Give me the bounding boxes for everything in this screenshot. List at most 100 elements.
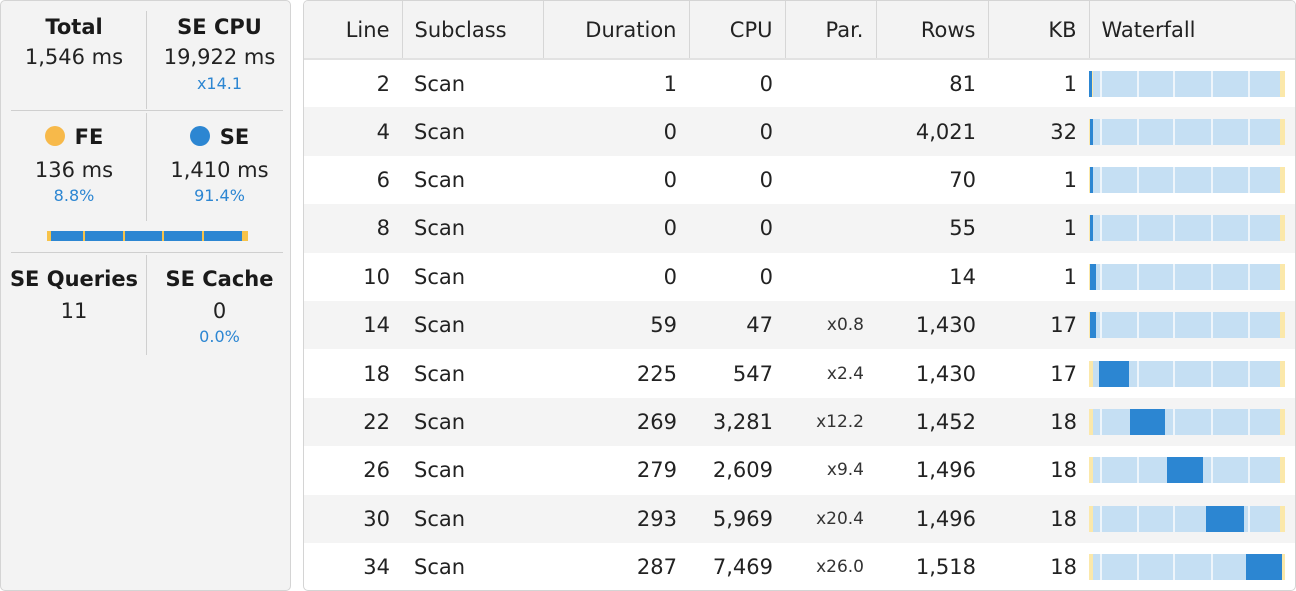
waterfall-fe-segment (1089, 505, 1093, 532)
server-timings-table: Line Subclass Duration CPU Par. Rows KB … (304, 1, 1295, 590)
waterfall-separator (1137, 166, 1139, 193)
se-cpu-metric: SE CPU 19,922 ms x14.1 (147, 13, 292, 94)
column-header-waterfall[interactable]: Waterfall (1089, 1, 1295, 60)
waterfall-separator (1137, 505, 1139, 532)
cell-kb: 18 (1050, 555, 1077, 580)
table-row[interactable]: 18 Scan 225 547 x2.4 1,430 17 (304, 349, 1295, 397)
cell-cpu: 5,969 (689, 494, 785, 543)
waterfall-separator (1173, 166, 1175, 193)
column-header-cpu[interactable]: CPU (689, 1, 786, 60)
cell-cpu: 7,469 (712, 555, 773, 580)
waterfall-separator (1248, 457, 1250, 484)
waterfall-se-segment (1206, 505, 1244, 532)
waterfall-separator (1100, 70, 1102, 97)
cell-line: 30 (304, 494, 402, 543)
waterfall-track (1089, 70, 1285, 97)
column-header-kb[interactable]: KB (988, 1, 1090, 60)
cell-cpu: 0 (759, 71, 773, 96)
waterfall-track (1089, 263, 1285, 290)
cell-duration: 0 (663, 264, 677, 289)
ratio-tick (162, 231, 164, 241)
column-header-parallelism[interactable]: Par. (785, 1, 877, 60)
waterfall-separator (1211, 70, 1213, 97)
cell-parallelism: x20.4 (785, 494, 876, 543)
se-cache-value: 0 (212, 299, 227, 323)
fe-value: 136 ms (34, 158, 114, 182)
waterfall-separator (1100, 118, 1102, 145)
se-metric: SE 1,410 ms 91.4% (147, 123, 292, 206)
waterfall-fe-segment (1089, 360, 1093, 387)
waterfall-fe-segment (1280, 263, 1285, 290)
waterfall-separator (1137, 118, 1139, 145)
cell-rows: 1,518 (915, 555, 976, 580)
divider (146, 255, 147, 355)
cell-parallelism: x0.8 (785, 300, 876, 350)
cell-kb: 17 (1050, 361, 1077, 386)
cell-line: 14 (304, 300, 402, 350)
cell-cpu: 547 (732, 361, 773, 386)
waterfall-separator (1100, 312, 1102, 339)
cell-waterfall (1089, 253, 1295, 301)
cell-kb: 1 (1063, 71, 1077, 96)
cell-kb: 1 (1063, 264, 1077, 289)
waterfall-fe-segment (1280, 118, 1285, 145)
waterfall-separator (1137, 360, 1139, 387)
waterfall-se-segment (1090, 118, 1093, 145)
cell-line: 22 (304, 397, 402, 447)
waterfall-separator (1248, 312, 1250, 339)
table-row[interactable]: 4 Scan 0 0 4,021 32 (304, 107, 1295, 156)
table-row[interactable]: 22 Scan 269 3,281 x12.2 1,452 18 (304, 397, 1295, 447)
se-value: 1,410 ms (170, 158, 269, 182)
cell-waterfall (1089, 349, 1295, 397)
cell-line: 26 (363, 458, 390, 483)
table-row[interactable]: 34 Scan 287 7,469 x26.0 1,518 18 (304, 543, 1295, 590)
waterfall-bar (1089, 263, 1285, 290)
waterfall-separator (1100, 457, 1102, 484)
waterfall-bar (1089, 215, 1285, 242)
cell-subclass: Scan (402, 300, 543, 350)
waterfall-separator (1173, 360, 1175, 387)
table-row[interactable]: 30 Scan 293 5,969 x20.4 1,496 18 (304, 494, 1295, 543)
table-row[interactable]: 6 Scan 0 0 70 1 (304, 156, 1295, 204)
cell-duration: 287 (636, 555, 677, 580)
total-metric: Total 1,546 ms (1, 13, 147, 71)
se-cpu-parallelism: x14.1 (196, 74, 243, 93)
cell-rows: 4,021 (876, 107, 988, 156)
waterfall-separator (1100, 215, 1102, 242)
cell-parallelism: x26.0 (816, 557, 864, 578)
se-queries-value: 11 (60, 299, 88, 323)
table-row[interactable]: 2 Scan 1 0 81 1 (304, 59, 1295, 107)
cell-waterfall (1089, 397, 1295, 447)
table-row[interactable]: 26 Scan 279 2,609 x9.4 1,496 18 (304, 446, 1295, 494)
waterfall-separator (1100, 554, 1102, 581)
waterfall-separator (1137, 457, 1139, 484)
column-header-line[interactable]: Line (304, 1, 403, 60)
waterfall-se-segment (1130, 408, 1165, 435)
column-header-rows[interactable]: Rows (876, 1, 989, 60)
table-row[interactable]: 10 Scan 0 0 14 1 (304, 253, 1295, 301)
waterfall-separator (1248, 118, 1250, 145)
cell-subclass: Scan (402, 107, 543, 156)
waterfall-separator (1137, 215, 1139, 242)
waterfall-track (1089, 312, 1285, 339)
ratio-tick (202, 231, 204, 241)
cell-waterfall (1089, 543, 1295, 590)
waterfall-separator (1248, 70, 1250, 97)
waterfall-separator (1173, 408, 1175, 435)
cell-line: 18 (363, 361, 390, 386)
waterfall-se-segment (1089, 70, 1092, 97)
column-header-subclass[interactable]: Subclass (402, 1, 544, 60)
waterfall-separator (1173, 263, 1175, 290)
cell-line: 10 (363, 264, 390, 289)
waterfall-bar (1089, 554, 1285, 581)
cell-rows: 14 (949, 264, 976, 289)
cell-kb: 32 (988, 107, 1089, 156)
server-timings-metrics-panel: Total 1,546 ms SE CPU 19,922 ms x14.1 FE… (0, 0, 291, 591)
waterfall-separator (1211, 215, 1213, 242)
table-row[interactable]: 14 Scan 59 47 x0.8 1,430 17 (304, 300, 1295, 350)
table-row[interactable]: 8 Scan 0 0 55 1 (304, 204, 1295, 253)
column-header-duration[interactable]: Duration (543, 1, 690, 60)
cell-parallelism (785, 156, 876, 204)
cell-waterfall (1089, 300, 1295, 350)
cell-parallelism (785, 253, 876, 301)
